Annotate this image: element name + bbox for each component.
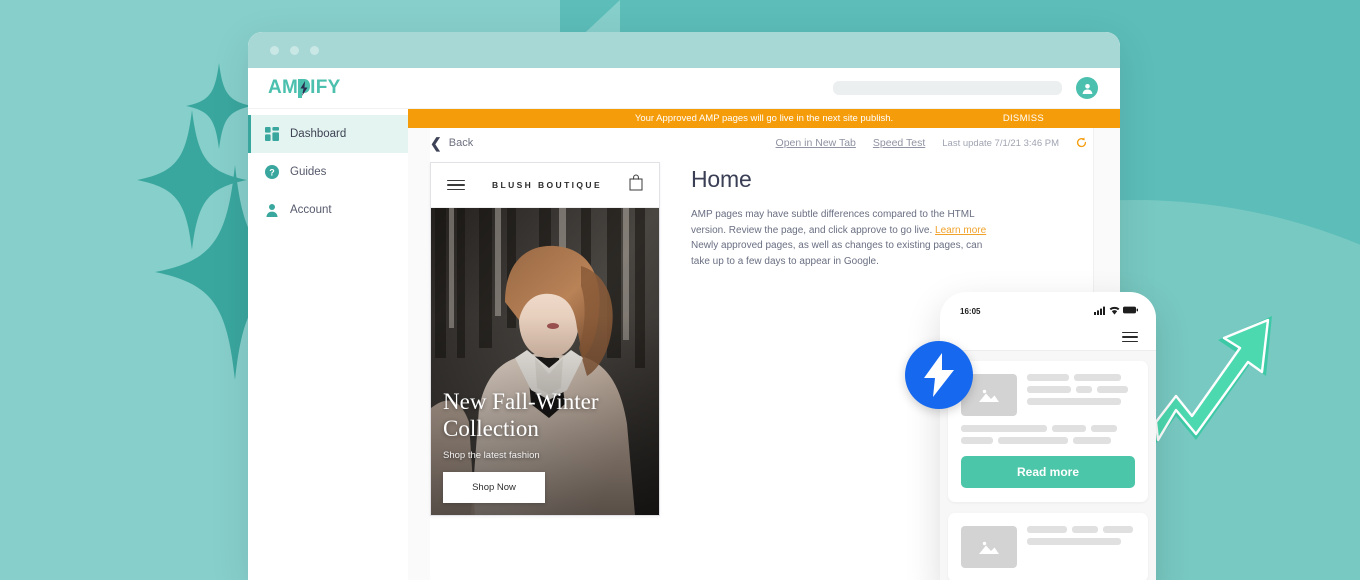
article-card[interactable] — [948, 513, 1148, 580]
logo-text-prefix: AM — [268, 77, 299, 98]
skeleton-line — [1091, 425, 1117, 432]
skeleton-line — [1027, 526, 1067, 533]
window-minimize-dot[interactable] — [290, 45, 299, 55]
sidebar-item-label: Guides — [290, 166, 327, 178]
speed-test-link[interactable]: Speed Test — [873, 137, 925, 149]
learn-more-link[interactable]: Learn more — [935, 225, 986, 236]
description-part-2: Newly approved pages, as well as changes… — [691, 240, 983, 267]
back-label: Back — [448, 137, 474, 149]
card-body-skeleton — [961, 425, 1135, 444]
phone-nav-bar — [940, 324, 1156, 351]
card-top-row — [961, 374, 1135, 416]
status-banner: Your Approved AMP pages will go live in … — [408, 109, 1120, 128]
account-circle-icon[interactable] — [1076, 77, 1098, 99]
logo-bolt-icon — [298, 78, 311, 98]
person-icon — [264, 203, 279, 218]
svg-text:?: ? — [269, 167, 275, 177]
battery-icon — [1123, 306, 1138, 316]
skeleton-line — [998, 437, 1068, 444]
skeleton-line — [1052, 425, 1086, 432]
status-time: 16:05 — [960, 306, 981, 316]
store-name: BLUSH BOUTIQUE — [491, 180, 603, 190]
skeleton-line — [1027, 386, 1071, 393]
banner-message: Your Approved AMP pages will go live in … — [634, 113, 894, 124]
mobile-preview-mockup: 16:05 Read more — [940, 292, 1156, 580]
page-title: Home — [691, 166, 752, 192]
dismiss-button[interactable]: DISMISS — [1003, 113, 1044, 124]
grid-dashboard-icon — [264, 127, 279, 142]
last-update-label: Last update 7/1/21 3:46 PM — [942, 137, 1059, 149]
sidebar-item-label: Account — [290, 204, 332, 216]
toolbar-right-group: Open in New Tab Speed Test Last update 7… — [776, 136, 1087, 150]
skeleton-line — [1072, 526, 1098, 533]
question-circle-icon: ? — [264, 165, 279, 180]
sidebar-item-dashboard[interactable]: Dashboard — [248, 115, 408, 153]
preview-store-header: BLUSH BOUTIQUE — [431, 163, 659, 208]
status-indicators — [1094, 306, 1138, 317]
skeleton-line — [1074, 374, 1121, 381]
card-text-skeleton — [1027, 526, 1135, 568]
sidebar-nav: Dashboard ? Guides Account — [248, 109, 408, 580]
article-card[interactable]: Read more — [948, 361, 1148, 502]
amp-lightning-bolt-icon — [905, 341, 973, 409]
sidebar-item-account[interactable]: Account — [248, 191, 408, 229]
ampify-logo[interactable]: AM IFY — [268, 77, 341, 99]
read-more-button[interactable]: Read more — [961, 456, 1135, 488]
description-part-1: AMP pages may have subtle differences co… — [691, 209, 975, 236]
back-button[interactable]: ❮ Back — [430, 136, 473, 150]
image-placeholder-icon — [961, 526, 1017, 568]
page-toolbar: ❮ Back Open in New Tab Speed Test Last u… — [430, 128, 1093, 158]
hero-heading: New Fall-Winter Collection — [443, 388, 599, 441]
skeleton-line — [1073, 437, 1111, 444]
phone-content: Read more — [940, 351, 1156, 580]
hero-subheading: Shop the latest fashion — [443, 450, 540, 461]
logo-text-suffix: IFY — [310, 77, 341, 98]
refresh-icon[interactable] — [1076, 136, 1087, 150]
chevron-left-icon: ❮ — [430, 135, 442, 151]
growth-arrow-up-icon — [1150, 300, 1280, 470]
sidebar-item-label: Dashboard — [290, 128, 347, 140]
card-text-skeleton — [1027, 374, 1135, 416]
window-close-dot[interactable] — [270, 45, 279, 55]
skeleton-line — [1027, 538, 1121, 545]
amp-page-preview-card[interactable]: BLUSH BOUTIQUE New Fall-Winter Collectio… — [430, 162, 660, 516]
search-input[interactable] — [833, 81, 1062, 95]
header-right-group — [833, 77, 1098, 99]
hamburger-menu-icon[interactable] — [1122, 331, 1138, 343]
browser-chrome-bar — [248, 32, 1120, 68]
shopping-bag-icon[interactable] — [629, 174, 643, 196]
skeleton-line — [1076, 386, 1092, 393]
app-header: AM IFY — [248, 68, 1120, 109]
skeleton-line — [1097, 386, 1128, 393]
hero-text-block: New Fall-Winter Collection Shop the late… — [443, 388, 647, 503]
skeleton-line — [961, 437, 993, 444]
hamburger-menu-icon[interactable] — [447, 179, 465, 191]
screenshot-stage: AM IFY Dashboard ? Guides Account Your A… — [0, 0, 1360, 580]
skeleton-line — [1103, 526, 1133, 533]
wifi-icon — [1109, 306, 1120, 317]
page-description: AMP pages may have subtle differences co… — [691, 207, 991, 269]
skeleton-line — [1027, 374, 1069, 381]
phone-status-bar: 16:05 — [940, 292, 1156, 324]
skeleton-line — [961, 425, 1047, 432]
preview-hero: New Fall-Winter Collection Shop the late… — [431, 208, 659, 515]
shop-now-button[interactable]: Shop Now — [443, 472, 545, 503]
card-top-row — [961, 526, 1135, 568]
content-left-rail — [408, 128, 430, 580]
open-in-new-tab-link[interactable]: Open in New Tab — [776, 137, 856, 149]
window-maximize-dot[interactable] — [310, 45, 319, 55]
sidebar-item-guides[interactable]: ? Guides — [248, 153, 408, 191]
skeleton-line — [1027, 398, 1121, 405]
cellular-signal-icon — [1094, 306, 1106, 317]
